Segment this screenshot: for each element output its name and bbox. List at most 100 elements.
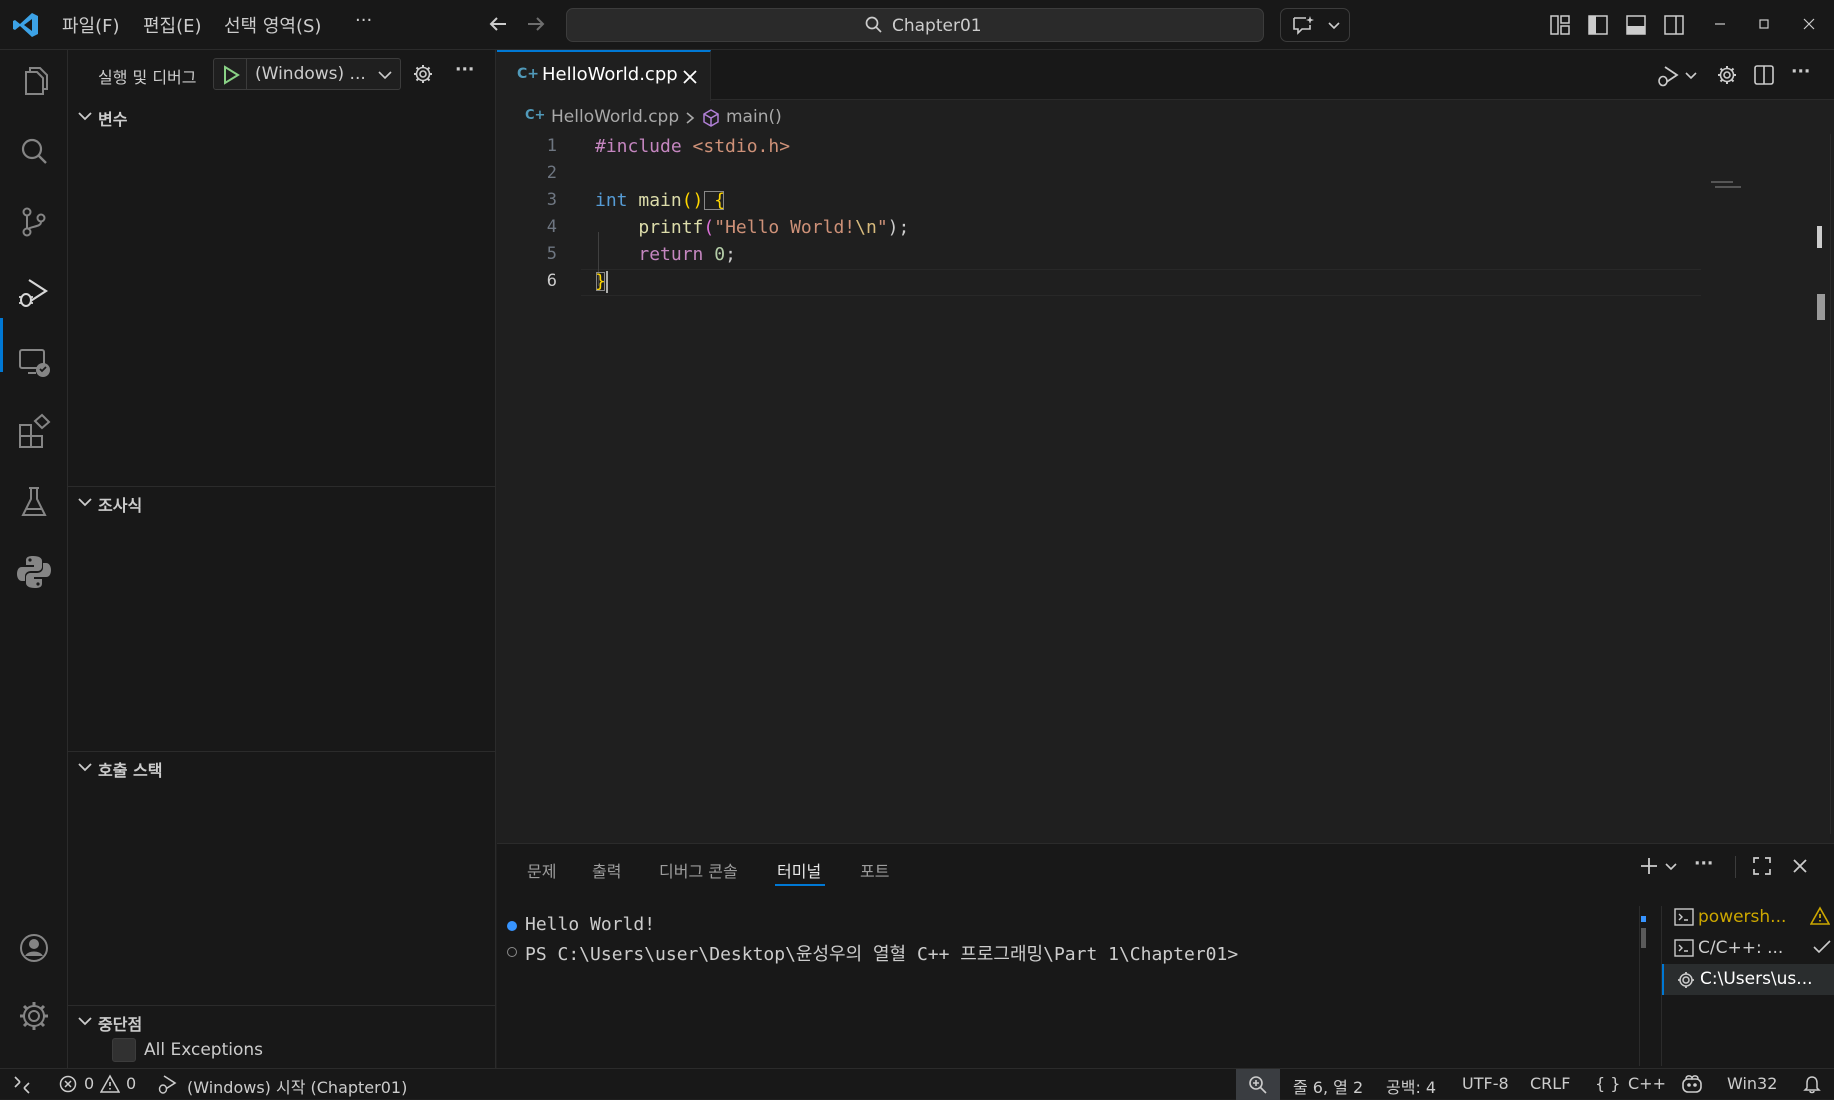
- editor-settings-gear-icon[interactable]: [1716, 64, 1738, 86]
- terminal-scrollbar[interactable]: [1641, 928, 1646, 948]
- tab-helloworld-cpp[interactable]: C+ HelloWorld.cpp: [497, 50, 711, 101]
- explorer-icon[interactable]: [14, 62, 54, 102]
- split-editor-icon[interactable]: [1753, 64, 1775, 86]
- zoom-indicator[interactable]: [1236, 1069, 1280, 1100]
- remote-explorer-icon[interactable]: [14, 342, 54, 382]
- debug-config-select[interactable]: (Windows) ...: [213, 58, 401, 90]
- copilot-icon[interactable]: [1680, 1074, 1704, 1094]
- chevron-down-icon[interactable]: [1684, 69, 1698, 83]
- status-bar: 0 0 (Windows) 시작 (Chapter01) 줄 6, 열 2 공백…: [0, 1068, 1834, 1100]
- function-name: printf: [638, 217, 704, 238]
- extensions-icon[interactable]: [14, 412, 54, 452]
- panel-tab-terminal[interactable]: 터미널: [777, 858, 821, 882]
- preprocessor-directive: #include: [595, 136, 682, 157]
- terminal-name: C:\Users\us...: [1700, 969, 1813, 989]
- chevron-down-icon[interactable]: [1664, 860, 1678, 874]
- python-icon[interactable]: [14, 552, 54, 592]
- source-control-icon[interactable]: [14, 202, 54, 242]
- maximize-panel-icon[interactable]: [1752, 856, 1772, 876]
- variables-section-title: 변수: [98, 110, 128, 129]
- terminal-list-item[interactable]: powersh...: [1662, 902, 1834, 932]
- terminal-output-line: Hello World!: [525, 914, 656, 935]
- variables-section-header[interactable]: 변수: [68, 102, 496, 132]
- callstack-section-header[interactable]: 호출 스택: [68, 753, 496, 783]
- breakpoints-section-header[interactable]: 중단점: [68, 1007, 496, 1037]
- panel-tab-problems[interactable]: 문제: [527, 858, 556, 882]
- chat-button[interactable]: [1280, 8, 1350, 42]
- debug-launch-icon[interactable]: [157, 1074, 179, 1094]
- minimize-icon[interactable]: [1712, 16, 1728, 32]
- start-debugging-play-icon[interactable]: [220, 64, 242, 86]
- debug-target[interactable]: (Windows) 시작 (Chapter01): [187, 1074, 407, 1098]
- editor-more-button[interactable]: ···: [1791, 62, 1810, 82]
- warning-icon[interactable]: [100, 1074, 120, 1094]
- close-panel-icon[interactable]: [1791, 857, 1809, 875]
- chat-sparkle-icon: [1291, 15, 1315, 37]
- terminal-name: powersh...: [1698, 907, 1787, 927]
- menu-file[interactable]: 파일(F): [62, 12, 120, 38]
- notifications-bell-icon[interactable]: [1802, 1074, 1822, 1094]
- active-indicator: [0, 318, 3, 372]
- code-line-6: }: [595, 268, 1795, 295]
- toggle-primary-sidebar-icon[interactable]: [1587, 14, 1609, 36]
- error-icon[interactable]: [59, 1075, 77, 1093]
- terminal-list-item-active[interactable]: C:\Users\us...: [1662, 964, 1834, 995]
- code-line-1: #include <stdio.h>: [595, 133, 1795, 160]
- accounts-icon[interactable]: [14, 928, 54, 968]
- manage-gear-icon[interactable]: [14, 996, 54, 1036]
- panel-tab-output[interactable]: 출력: [592, 858, 621, 882]
- new-terminal-plus-icon[interactable]: [1639, 856, 1659, 876]
- menu-selection[interactable]: 선택 영역(S): [224, 12, 321, 38]
- menu-more-button[interactable]: ···: [355, 10, 372, 31]
- language-mode[interactable]: C++: [1628, 1074, 1666, 1093]
- breadcrumb-file[interactable]: HelloWorld.cpp: [551, 107, 679, 127]
- line-number: 5: [546, 244, 557, 264]
- panel-tab-debug-console[interactable]: 디버그 콘솔: [659, 858, 738, 882]
- cursor-position[interactable]: 줄 6, 열 2: [1293, 1074, 1363, 1098]
- run-debug-file-icon[interactable]: [1657, 64, 1683, 88]
- encoding[interactable]: UTF-8: [1462, 1074, 1509, 1093]
- watch-section-header[interactable]: 조사식: [68, 488, 496, 518]
- close-window-icon[interactable]: [1801, 16, 1817, 32]
- platform[interactable]: Win32: [1727, 1074, 1777, 1093]
- braces-icon[interactable]: { }: [1595, 1074, 1620, 1093]
- keyword: int: [595, 190, 628, 211]
- end-of-line[interactable]: CRLF: [1530, 1074, 1570, 1093]
- forward-arrow-icon[interactable]: [525, 13, 547, 35]
- code-area[interactable]: 1 2 3 4 5 6 #include <stdio.h> int main(…: [497, 133, 1747, 303]
- warning-icon: [1810, 906, 1830, 926]
- toggle-panel-icon[interactable]: [1625, 14, 1647, 36]
- all-exceptions-checkbox[interactable]: [112, 1038, 136, 1062]
- toggle-secondary-sidebar-icon[interactable]: [1663, 14, 1685, 36]
- debug-config-name: (Windows) ...: [255, 64, 366, 84]
- error-count[interactable]: 0: [84, 1074, 94, 1093]
- chevron-down-icon: [76, 107, 94, 125]
- chevron-down-icon: [1327, 19, 1341, 33]
- brace-open: {: [703, 190, 726, 211]
- testing-flask-icon[interactable]: [14, 482, 54, 522]
- cpp-file-icon: C+: [525, 108, 546, 123]
- line-number: 2: [546, 163, 557, 183]
- customize-layout-icon[interactable]: [1549, 14, 1571, 36]
- command-center-label: Chapter01: [892, 16, 982, 36]
- back-arrow-icon[interactable]: [487, 13, 509, 35]
- terminal-list-item[interactable]: C/C++: ...: [1662, 933, 1834, 963]
- command-center-search[interactable]: Chapter01: [566, 8, 1264, 42]
- panel-tab-ports[interactable]: 포트: [860, 858, 889, 882]
- open-launch-json-gear-icon[interactable]: [412, 63, 434, 85]
- run-and-debug-icon[interactable]: [14, 272, 54, 312]
- menu-edit[interactable]: 편집(E): [143, 12, 202, 38]
- remote-indicator-icon[interactable]: [12, 1075, 32, 1095]
- maximize-icon[interactable]: [1756, 16, 1772, 32]
- warning-count[interactable]: 0: [126, 1074, 136, 1093]
- sidebar-more-button[interactable]: ···: [455, 60, 474, 80]
- brace-close: }: [595, 271, 606, 292]
- breadcrumb-symbol[interactable]: main(): [726, 107, 782, 127]
- search-icon[interactable]: [14, 132, 54, 172]
- indentation[interactable]: 공백: 4: [1386, 1074, 1436, 1098]
- panel-more-button[interactable]: ···: [1694, 854, 1713, 874]
- minimap[interactable]: [1711, 134, 1831, 834]
- function-name: main: [627, 190, 682, 211]
- close-tab-icon[interactable]: [681, 68, 699, 86]
